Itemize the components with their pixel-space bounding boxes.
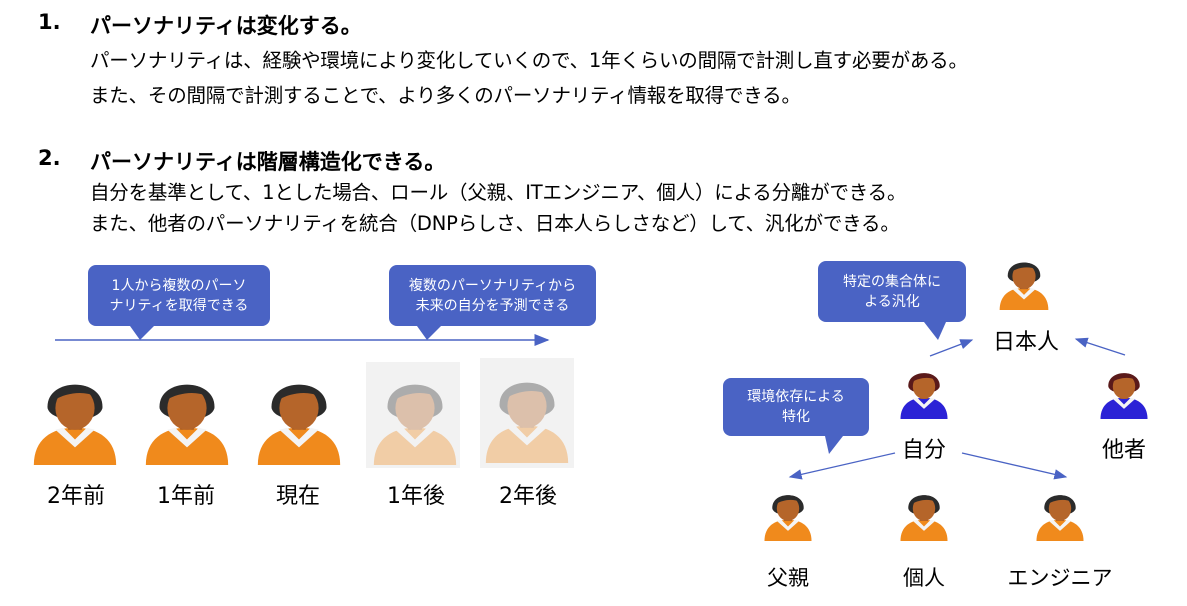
person-icon-self bbox=[900, 373, 948, 419]
person-icon-faded bbox=[485, 382, 569, 463]
label-individual: 個人 bbox=[903, 566, 945, 590]
arrow-other-to-japanese bbox=[1074, 337, 1126, 356]
label-self: 自分 bbox=[901, 438, 946, 463]
callout-tail bbox=[825, 436, 843, 454]
callout-text: よる汎化 bbox=[864, 293, 920, 310]
callout-text: 複数のパーソナリティから bbox=[408, 277, 577, 294]
callout-tail bbox=[130, 326, 154, 340]
callout-tail bbox=[924, 322, 946, 340]
callout-generalization: 特定の集合体に よる汎化 bbox=[818, 261, 966, 340]
label-engineer: エンジニア bbox=[1007, 566, 1113, 590]
label-japanese: 日本人 bbox=[992, 330, 1059, 355]
callout-tail bbox=[417, 326, 441, 340]
label-now: 現在 bbox=[275, 484, 320, 509]
person-icon bbox=[145, 384, 229, 465]
person-icon-japanese bbox=[999, 262, 1049, 310]
person-icon bbox=[257, 384, 341, 465]
label-1-year-later: 1年後 bbox=[387, 484, 445, 509]
label-father: 父親 bbox=[767, 566, 809, 590]
person-icon bbox=[33, 384, 117, 465]
callout-text: 1人から複数のパーソ bbox=[111, 277, 247, 294]
callout-text: 未来の自分を予測できる bbox=[415, 297, 570, 314]
callout-specialization: 環境依存による 特化 bbox=[723, 378, 869, 454]
person-icon-individual bbox=[900, 495, 948, 541]
arrow-self-to-father bbox=[788, 452, 896, 480]
callout-text: 特化 bbox=[782, 409, 810, 425]
callout-predict-future: 複数のパーソナリティから 未来の自分を予測できる bbox=[389, 265, 596, 340]
label-1-year-ago: 1年前 bbox=[157, 484, 215, 509]
arrow-self-to-engineer bbox=[961, 452, 1068, 480]
label-other: 他者 bbox=[1101, 438, 1146, 463]
person-icon-father bbox=[764, 495, 812, 541]
callout-text: 特定の集合体に bbox=[843, 273, 941, 290]
person-icon-engineer bbox=[1036, 495, 1084, 541]
callout-text: ナリティを取得できる bbox=[109, 297, 249, 314]
person-icon-faded bbox=[373, 384, 457, 465]
arrow-self-to-japanese bbox=[929, 339, 974, 357]
label-2-years-later: 2年後 bbox=[499, 484, 557, 509]
callout-text: 環境依存による bbox=[747, 389, 845, 405]
person-icon-other bbox=[1100, 373, 1148, 419]
label-2-years-ago: 2年前 bbox=[47, 484, 105, 509]
callout-multiple-personalities: 1人から複数のパーソ ナリティを取得できる bbox=[88, 265, 270, 340]
